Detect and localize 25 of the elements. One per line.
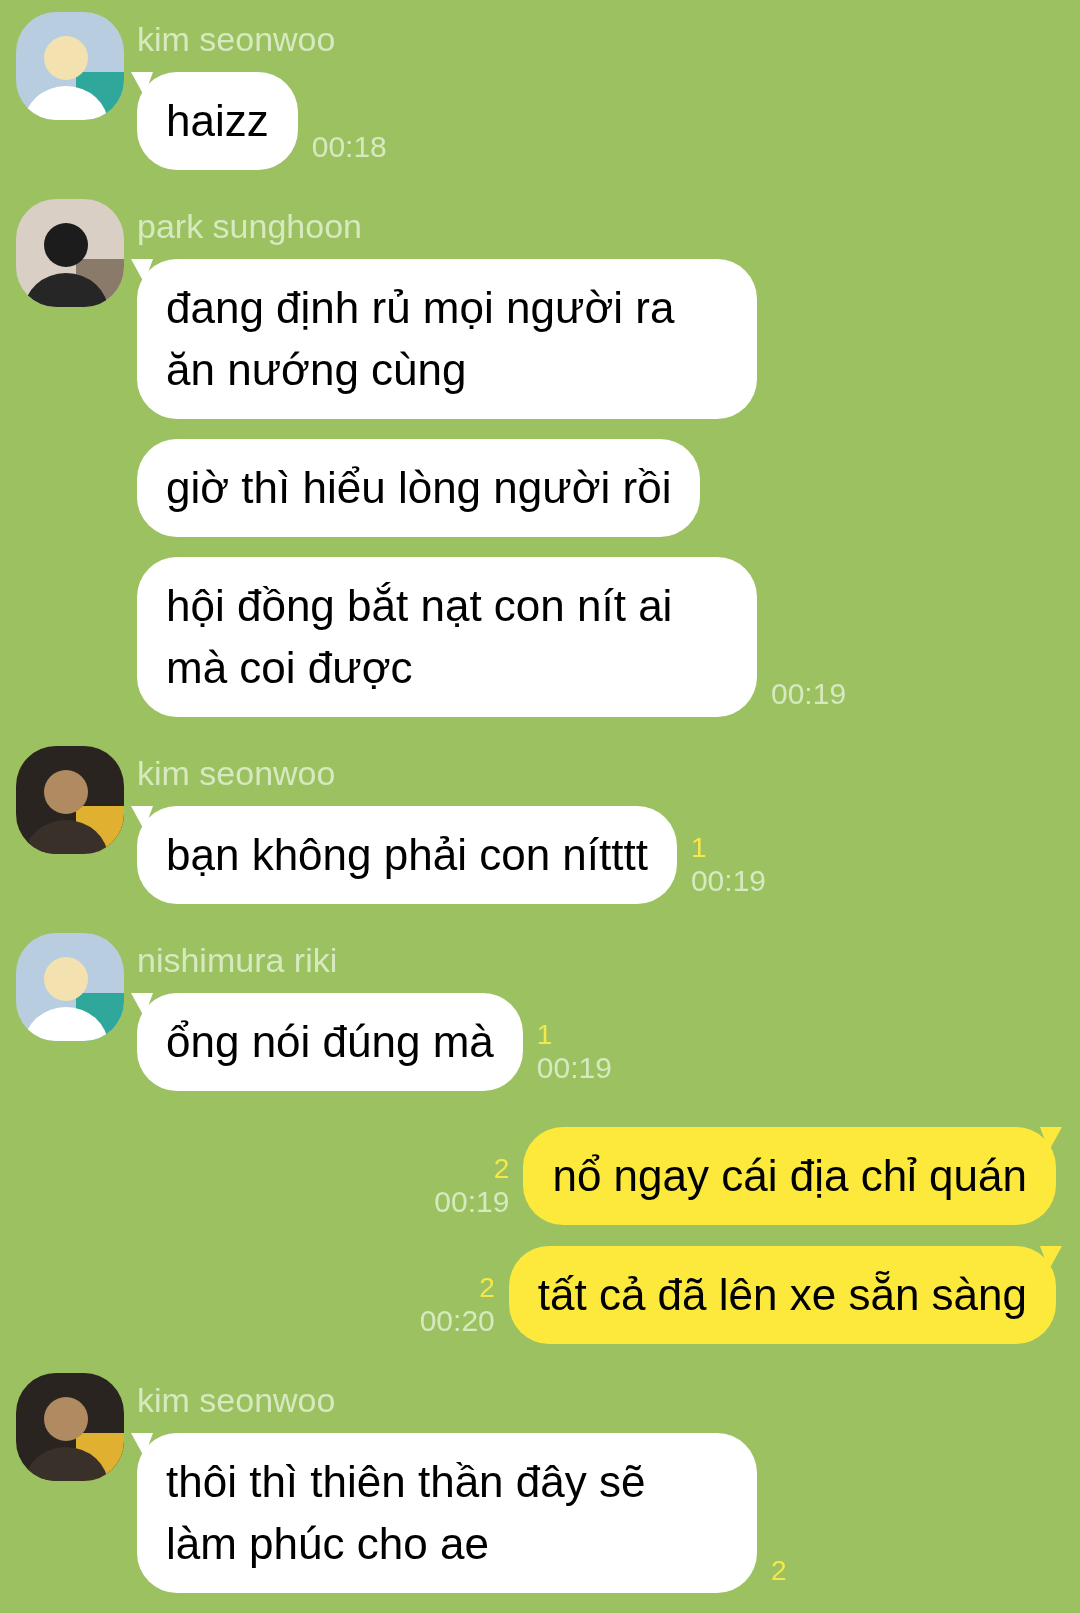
timestamp: 00:19 [434,1185,510,1219]
message-bubble: bạn không phải con nítttt [137,806,677,904]
timestamp: 00:18 [311,130,387,164]
sender-name: kim seonwoo [137,753,336,793]
message-bubble: haizz [137,72,298,170]
sender-name: park sunghoon [137,206,362,246]
unread-count: 1 [536,1019,553,1051]
message-bubble: nổ ngay cái địa chỉ quán [523,1127,1056,1225]
unread-count: 1 [690,832,707,864]
message-bubble: giờ thì hiểu lòng người rồi [137,439,701,537]
message-bubble: hội đồng bắt nạt con nít ai mà coi được [137,557,757,717]
unread-count: 2 [479,1272,495,1304]
message-bubble: đang định rủ mọi người ra ăn nướng cùng [137,259,757,419]
sender-name: nishimura riki [137,940,338,980]
message-bubble: thôi thì thiên thần đây sẽ làm phúc cho ae [137,1433,757,1593]
timestamp: 00:20 [419,1304,495,1338]
timestamp: 00:19 [771,677,847,711]
sender-name: kim seonwoo [137,1380,336,1420]
timestamp: 00:19 [536,1051,612,1085]
message-bubble: tất cả đã lên xe sẵn sàng [508,1246,1056,1344]
sender-name: kim seonwoo [137,19,336,59]
unread-count: 2 [493,1153,510,1185]
unread-count: 2 [771,1555,787,1587]
timestamp: 00:19 [690,864,766,898]
message-bubble: ổng nói đúng mà [137,993,523,1091]
